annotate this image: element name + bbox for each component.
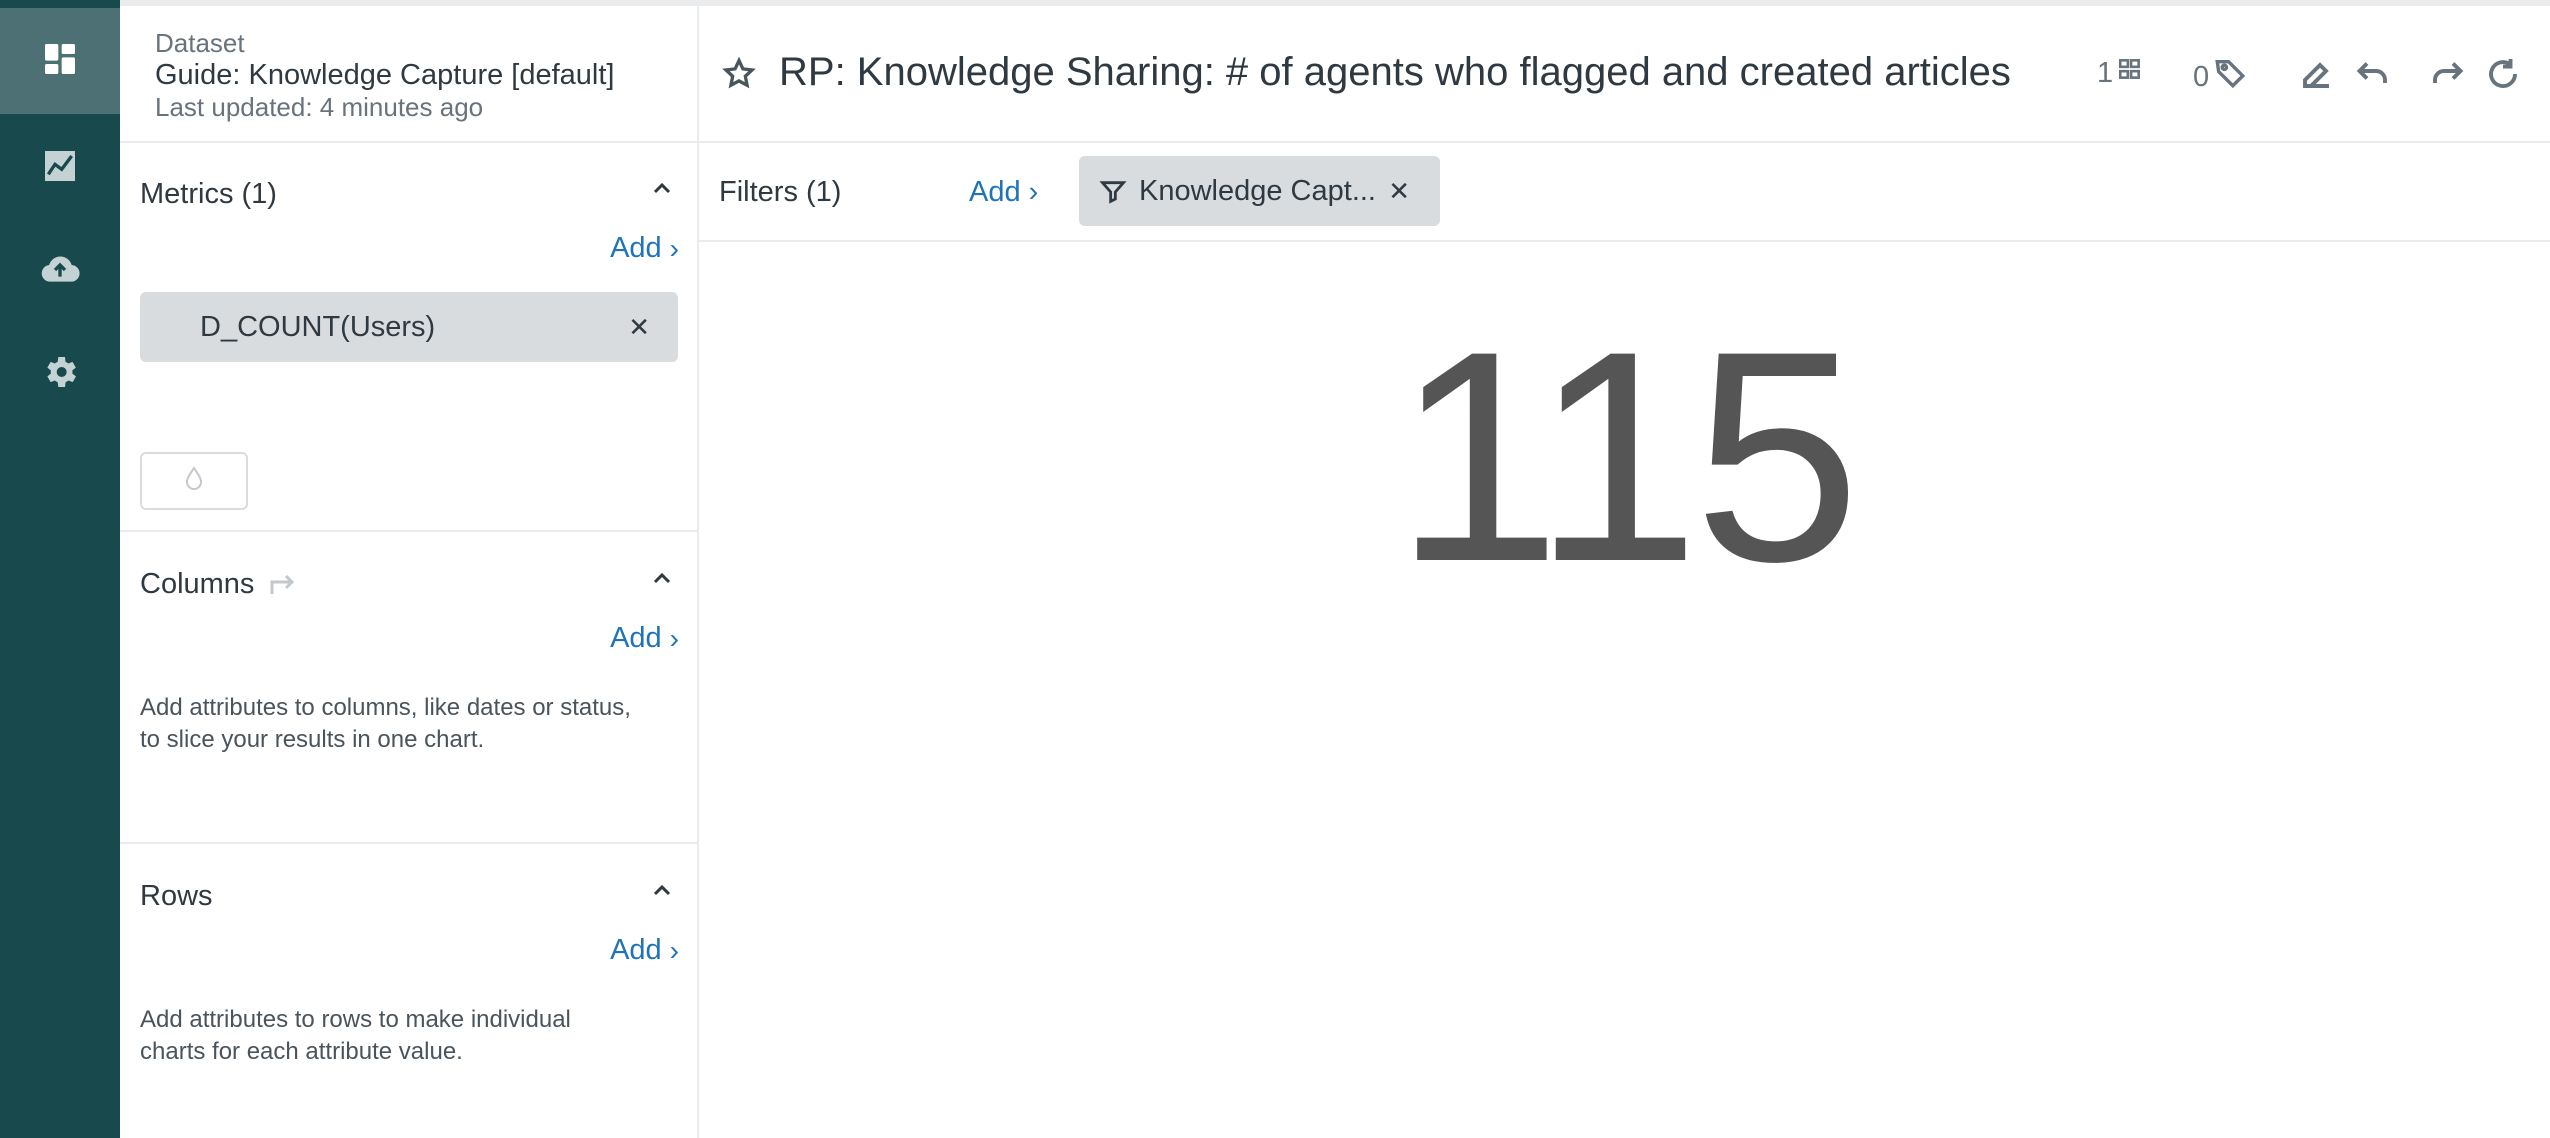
divider <box>120 530 697 532</box>
filters-divider <box>699 240 2550 242</box>
remove-filter-close-icon[interactable]: ✕ <box>1388 176 1410 207</box>
columns-add-label: Add <box>610 622 662 654</box>
filters-add-button[interactable]: Add › <box>969 176 1038 209</box>
columns-section-title: Columns <box>140 568 255 600</box>
filter-funnel-icon <box>1099 178 1127 206</box>
nav-item-dashboard[interactable] <box>0 8 120 114</box>
metric-pill-label: D_COUNT(Users) <box>200 310 436 343</box>
rows-help-text: Add attributes to rows to make individua… <box>140 1006 571 1065</box>
refresh-icon[interactable] <box>2485 56 2525 96</box>
rows-collapse-chevron-up-icon[interactable] <box>651 880 673 902</box>
chevron-right-icon: › <box>669 622 679 654</box>
columns-add-button[interactable]: Add › <box>610 622 679 655</box>
tag-icon <box>2213 56 2247 98</box>
rows-add-button[interactable]: Add › <box>610 934 679 967</box>
dataset-name[interactable]: Guide: Knowledge Capture [default] <box>155 59 614 92</box>
swap-arrows-icon[interactable] <box>266 568 300 602</box>
columns-collapse-chevron-up-icon[interactable] <box>651 568 673 590</box>
report-main: RP: Knowledge Sharing: # of agents who f… <box>699 6 2550 1138</box>
nav-item-settings[interactable] <box>0 322 120 426</box>
favorite-star-icon[interactable] <box>721 56 757 92</box>
dashboards-count-value: 1 <box>2097 56 2114 89</box>
chevron-right-icon: › <box>1028 176 1039 208</box>
undo-icon[interactable] <box>2355 56 2395 96</box>
gear-icon <box>40 352 80 397</box>
dashboard-icon <box>40 39 80 84</box>
nav-item-reports[interactable] <box>0 116 120 220</box>
nav-rail <box>0 0 120 1138</box>
dataset-last-updated: Last updated: 4 minutes ago <box>155 92 484 122</box>
tags-count[interactable]: 0 <box>2193 56 2247 98</box>
redo-icon[interactable] <box>2429 56 2469 96</box>
chart-icon <box>40 146 80 191</box>
droplet-icon <box>183 465 205 498</box>
chevron-right-icon: › <box>669 934 679 966</box>
tags-count-value: 0 <box>2193 60 2210 93</box>
columns-help-text: Add attributes to columns, like dates or… <box>140 694 631 753</box>
dashboards-count[interactable]: 1 <box>2097 56 2143 90</box>
kpi-value: 115 <box>1394 288 1860 624</box>
metrics-add-label: Add <box>610 232 662 264</box>
filter-pill-label: Knowledge Capt... <box>1139 174 1376 207</box>
remove-metric-close-icon[interactable]: ✕ <box>628 312 650 343</box>
filter-pill[interactable]: Knowledge Capt... ✕ <box>1079 156 1440 226</box>
metric-pill[interactable]: D_COUNT(Users) ✕ <box>140 292 678 362</box>
divider <box>120 141 697 143</box>
color-fill-button[interactable] <box>140 452 248 510</box>
query-sidebar: Dataset Guide: Knowledge Capture [defaul… <box>120 6 699 1138</box>
header-divider <box>699 141 2550 143</box>
rows-section-title: Rows <box>140 880 213 912</box>
edit-pencil-icon[interactable] <box>2299 56 2339 96</box>
filters-label: Filters (1) <box>719 176 842 208</box>
metrics-section-title: Metrics (1) <box>140 178 277 210</box>
chevron-right-icon: › <box>669 232 679 264</box>
cloud-upload-icon <box>40 250 80 295</box>
nav-item-upload[interactable] <box>0 220 120 324</box>
report-title[interactable]: RP: Knowledge Sharing: # of agents who f… <box>779 50 2015 95</box>
divider <box>120 842 697 844</box>
rows-add-label: Add <box>610 934 662 966</box>
metrics-collapse-chevron-up-icon[interactable] <box>651 178 673 200</box>
dataset-label: Dataset <box>155 28 245 58</box>
metrics-add-button[interactable]: Add › <box>610 232 679 265</box>
filters-add-label: Add <box>969 176 1021 208</box>
dashboard-grid-icon <box>2117 56 2143 90</box>
